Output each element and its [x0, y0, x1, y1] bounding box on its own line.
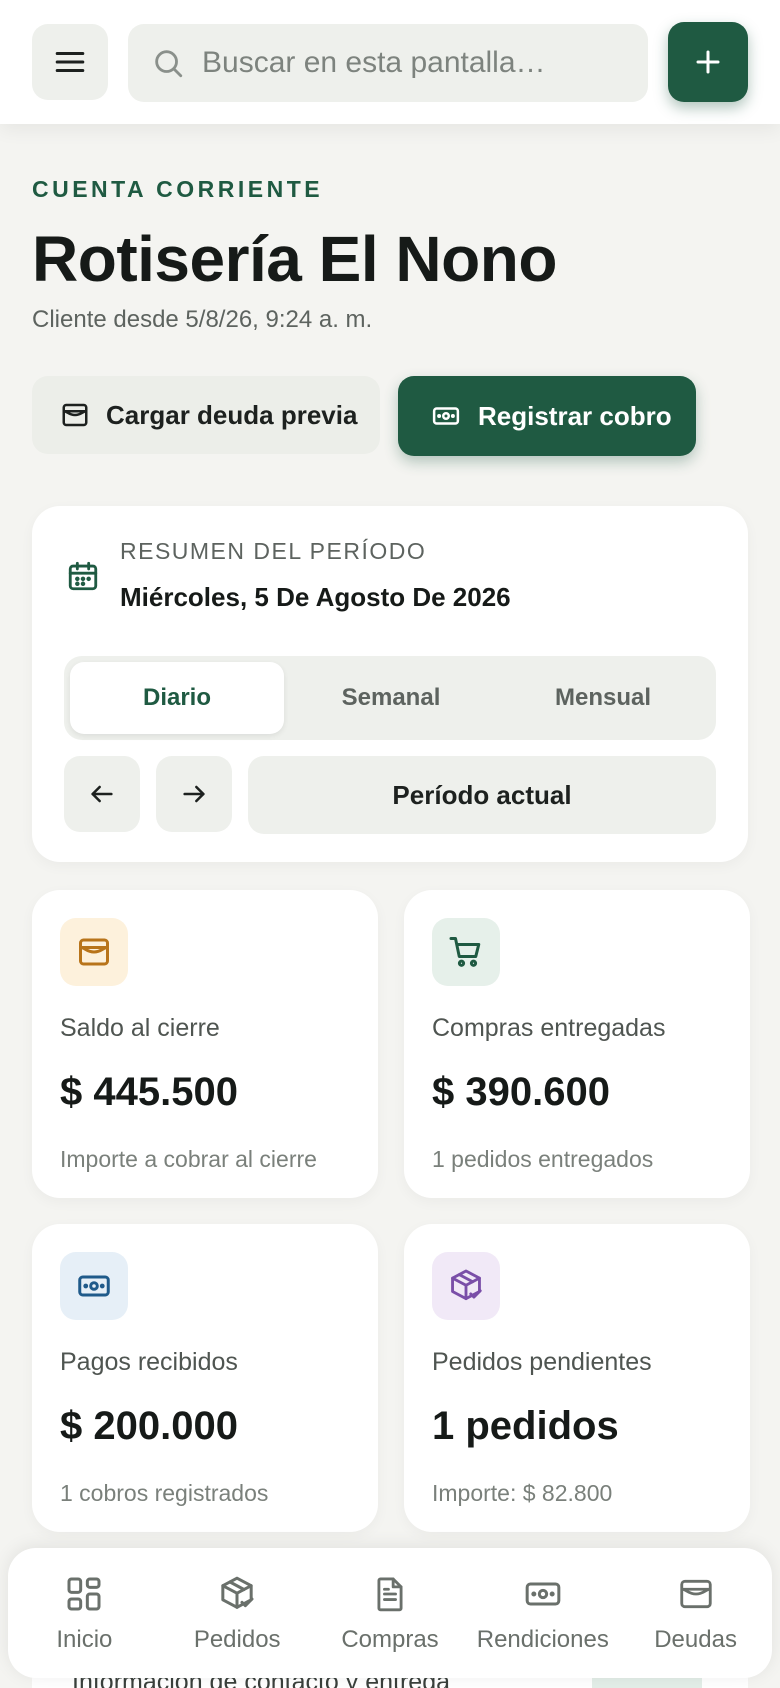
document-icon: [371, 1572, 409, 1616]
stat-card-balance: Saldo al cierre $ 445.500 Importe a cobr…: [32, 890, 378, 1198]
nav-label: Rendiciones: [476, 1626, 609, 1653]
page-title: Rotisería El Nono: [32, 223, 557, 295]
register-payment-label: Registrar cobro: [478, 400, 672, 431]
search-icon: [150, 45, 186, 81]
stat-card-pending-orders: Pedidos pendientes 1 pedidos Importe: $ …: [404, 1224, 750, 1532]
load-debt-button[interactable]: Cargar deuda previa: [32, 376, 380, 454]
stat-note: 1 cobros registrados: [60, 1480, 269, 1506]
package-icon: [217, 1572, 257, 1616]
menu-button[interactable]: [32, 24, 108, 100]
search-bar[interactable]: [128, 24, 648, 102]
bottom-navigation: Inicio Pedidos Compras Rendiciones Deuda…: [8, 1548, 772, 1678]
stat-value: $ 390.600: [432, 1070, 610, 1114]
nav-label: Pedidos: [193, 1626, 281, 1653]
add-button[interactable]: [668, 22, 748, 102]
stat-value: 1 pedidos: [432, 1404, 619, 1448]
client-since: Cliente desde 5/8/26, 9:24 a. m.: [32, 306, 373, 333]
wallet-icon: [60, 400, 90, 430]
stat-card-purchases: Compras entregadas $ 390.600 1 pedidos e…: [404, 890, 750, 1198]
current-period-button[interactable]: Período actual: [248, 756, 716, 834]
package-check-icon: [432, 1252, 500, 1320]
hamburger-icon: [55, 51, 85, 73]
top-bar: [0, 0, 780, 124]
cash-icon: [523, 1572, 563, 1616]
tab-monthly[interactable]: Mensual: [496, 662, 710, 734]
nav-label: Inicio: [56, 1626, 113, 1653]
arrow-left-icon: [91, 785, 113, 803]
nav-item-pedidos[interactable]: Pedidos: [161, 1548, 314, 1678]
stat-label: Compras entregadas: [432, 1014, 666, 1042]
tab-weekly[interactable]: Semanal: [284, 662, 498, 734]
search-input[interactable]: [202, 46, 622, 80]
stat-note: Importe: $ 82.800: [432, 1480, 613, 1506]
period-tabs: Diario Semanal Mensual: [64, 656, 716, 740]
stat-value: $ 445.500: [60, 1070, 238, 1114]
grid-icon: [64, 1572, 104, 1616]
tab-daily[interactable]: Diario: [70, 662, 284, 734]
stat-note: 1 pedidos entregados: [432, 1146, 654, 1172]
nav-item-compras[interactable]: Compras: [314, 1548, 467, 1678]
arrow-right-icon: [183, 785, 205, 803]
period-summary-card: RESUMEN DEL PERÍODO Miércoles, 5 De Agos…: [32, 506, 748, 862]
period-date: Miércoles, 5 De Agosto De 2026: [120, 582, 511, 612]
cart-icon: [432, 918, 500, 986]
section-eyebrow: CUENTA CORRIENTE: [32, 176, 324, 202]
stat-label: Pedidos pendientes: [432, 1348, 652, 1376]
stat-note: Importe a cobrar al cierre: [60, 1146, 317, 1172]
period-label: RESUMEN DEL PERÍODO: [120, 538, 427, 564]
register-payment-button[interactable]: Registrar cobro: [398, 376, 696, 456]
next-period-button[interactable]: [156, 756, 232, 832]
wallet-icon: [60, 918, 128, 986]
nav-item-inicio[interactable]: Inicio: [8, 1548, 161, 1678]
wallet-icon: [677, 1572, 715, 1616]
stat-card-payments: Pagos recibidos $ 200.000 1 cobros regis…: [32, 1224, 378, 1532]
nav-label: Deudas: [654, 1626, 737, 1653]
plus-icon: [696, 50, 720, 74]
stat-value: $ 200.000: [60, 1404, 238, 1448]
cash-icon: [60, 1252, 128, 1320]
nav-item-rendiciones[interactable]: Rendiciones: [466, 1548, 619, 1678]
stat-label: Saldo al cierre: [60, 1014, 220, 1042]
nav-item-deudas[interactable]: Deudas: [619, 1548, 772, 1678]
load-debt-label: Cargar deuda previa: [106, 399, 358, 430]
calendar-icon: [66, 558, 100, 599]
nav-label: Compras: [341, 1626, 439, 1653]
previous-period-button[interactable]: [64, 756, 140, 832]
cash-icon: [430, 401, 462, 431]
stat-label: Pagos recibidos: [60, 1348, 238, 1376]
